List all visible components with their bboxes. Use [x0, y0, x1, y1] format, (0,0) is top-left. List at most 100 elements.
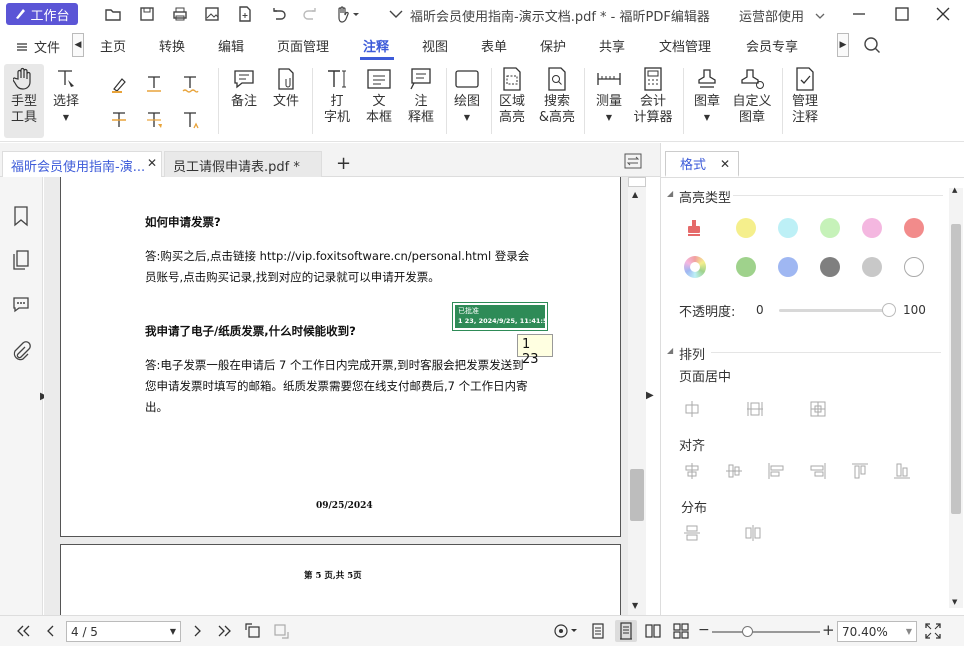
- opacity-slider-thumb[interactable]: [882, 303, 896, 317]
- continuous-page-icon[interactable]: [615, 620, 637, 642]
- zoom-field[interactable]: 70.40% ▼: [837, 621, 917, 642]
- minimize-icon[interactable]: [850, 5, 868, 23]
- menu-doc-manage[interactable]: 文档管理: [659, 36, 711, 55]
- opacity-slider[interactable]: [779, 303, 896, 317]
- previous-page-icon[interactable]: [42, 622, 60, 640]
- align-left-icon[interactable]: [766, 461, 786, 481]
- align-center-icon[interactable]: [682, 461, 702, 481]
- first-page-icon[interactable]: [14, 622, 32, 640]
- insert-text-icon[interactable]: [178, 108, 202, 132]
- approved-stamp[interactable]: 已批准 1 23, 2024/9/25, 11:41:59: [452, 302, 552, 331]
- color-picker-icon[interactable]: [684, 256, 706, 278]
- document-viewport[interactable]: 如何申请发票? 答:购买之后,点击链接 http://vip.foxitsoft…: [44, 177, 628, 615]
- distribute-vertical-icon[interactable]: [682, 523, 702, 543]
- file-menu[interactable]: 文件: [16, 37, 60, 56]
- next-view-icon[interactable]: [272, 622, 290, 640]
- color-swatch-dark-gray[interactable]: [820, 257, 840, 277]
- center-both-icon[interactable]: [808, 399, 828, 419]
- vertical-scrollbar[interactable]: ▲ ▼: [628, 177, 646, 615]
- scroll-down-icon[interactable]: ▼: [632, 601, 638, 610]
- hand-mode-icon[interactable]: [334, 5, 360, 23]
- align-right-icon[interactable]: [808, 461, 828, 481]
- color-swatch-pink[interactable]: [862, 218, 882, 238]
- open-folder-icon[interactable]: [104, 5, 122, 23]
- align-bottom-icon[interactable]: [892, 461, 912, 481]
- stamp-button[interactable]: 图章 ▼: [690, 64, 724, 126]
- switch-view-icon[interactable]: [624, 153, 642, 169]
- color-swatch-white[interactable]: [904, 257, 924, 277]
- highlight-text-icon[interactable]: [107, 72, 131, 96]
- add-tab-icon[interactable]: +: [336, 153, 351, 174]
- select-button[interactable]: 选择 ▼: [48, 64, 84, 126]
- calculator-button[interactable]: 会计 计算器: [632, 64, 674, 126]
- manage-comments-button[interactable]: 管理 注释: [786, 64, 824, 126]
- collapse-section-icon[interactable]: ◢: [667, 189, 673, 198]
- search-icon[interactable]: [863, 36, 881, 54]
- menu-scroll-left[interactable]: ◀: [72, 33, 84, 57]
- comments-icon[interactable]: [11, 294, 31, 314]
- close-tab-icon[interactable]: ✕: [147, 156, 157, 170]
- next-page-icon[interactable]: [188, 622, 206, 640]
- menu-comment[interactable]: 注释: [363, 36, 389, 55]
- zoom-slider[interactable]: [712, 626, 820, 637]
- color-swatch-green[interactable]: [736, 257, 756, 277]
- scroll-up-icon[interactable]: ▲: [952, 186, 957, 194]
- menu-form[interactable]: 表单: [481, 36, 507, 55]
- replace-text-icon[interactable]: [142, 108, 166, 132]
- color-swatch-cyan[interactable]: [778, 218, 798, 238]
- color-swatch-red[interactable]: [904, 218, 924, 238]
- center-vertical-icon[interactable]: [745, 399, 765, 419]
- panel-scrollbar[interactable]: ▲ ▼: [949, 186, 963, 608]
- menu-edit[interactable]: 编辑: [218, 36, 244, 55]
- scroll-down-icon[interactable]: ▼: [952, 598, 957, 606]
- menu-home[interactable]: 主页: [100, 36, 126, 55]
- menu-protect[interactable]: 保护: [540, 36, 566, 55]
- custom-stamp-button[interactable]: 自定义 图章: [730, 64, 774, 126]
- note-button[interactable]: 备注: [226, 64, 262, 110]
- undo-icon[interactable]: [269, 5, 287, 23]
- squiggly-text-icon[interactable]: [178, 72, 202, 96]
- doc-tab[interactable]: 员工请假申请表.pdf *: [164, 151, 322, 177]
- underline-text-icon[interactable]: [142, 72, 166, 96]
- account-menu[interactable]: 运营部使用: [739, 6, 826, 25]
- strikeout-text-icon[interactable]: [107, 108, 131, 132]
- distribute-horizontal-icon[interactable]: [743, 523, 763, 543]
- color-swatch-blue[interactable]: [778, 257, 798, 277]
- workbench-button[interactable]: 工作台: [6, 3, 78, 25]
- pages-icon[interactable]: [11, 249, 31, 271]
- print-icon[interactable]: [171, 5, 189, 23]
- facing-page-icon[interactable]: [644, 622, 662, 640]
- save-icon[interactable]: [138, 5, 156, 23]
- menu-scroll-right[interactable]: ▶: [837, 33, 849, 57]
- previous-view-icon[interactable]: [244, 622, 262, 640]
- measure-button[interactable]: 测量 ▼: [592, 64, 626, 126]
- scroll-up-icon[interactable]: ▲: [632, 190, 638, 199]
- collapse-section-icon[interactable]: ◢: [667, 346, 673, 355]
- maximize-icon[interactable]: [893, 5, 911, 23]
- scrollbar-thumb[interactable]: [630, 469, 644, 521]
- callout-button[interactable]: 注 释框: [404, 64, 438, 126]
- menu-page-manage[interactable]: 页面管理: [277, 36, 329, 55]
- menu-share[interactable]: 共享: [599, 36, 625, 55]
- search-highlight-button[interactable]: 搜索 &高亮: [536, 64, 578, 126]
- fullscreen-icon[interactable]: [924, 622, 942, 640]
- area-highlight-button[interactable]: 区域 高亮: [495, 64, 529, 126]
- textbox-button[interactable]: 文 本框: [362, 64, 396, 126]
- color-swatch-light-gray[interactable]: [862, 257, 882, 277]
- color-swatch-light-green[interactable]: [820, 218, 840, 238]
- new-page-icon[interactable]: [236, 5, 254, 23]
- page-number-field[interactable]: 4 / 5 ▼: [66, 621, 181, 642]
- file-attach-button[interactable]: 文件: [268, 64, 304, 110]
- center-horizontal-icon[interactable]: [682, 399, 702, 419]
- read-mode-icon[interactable]: [552, 622, 578, 640]
- hand-tool-button[interactable]: 手型 工具: [4, 64, 44, 138]
- color-swatch-yellow[interactable]: [736, 218, 756, 238]
- align-middle-icon[interactable]: [724, 461, 744, 481]
- attachment-icon[interactable]: [11, 340, 31, 362]
- bookmark-icon[interactable]: [11, 205, 31, 227]
- close-icon[interactable]: [934, 5, 952, 23]
- redo-icon[interactable]: [302, 5, 320, 23]
- close-panel-icon[interactable]: ✕: [720, 157, 730, 171]
- paint-bucket-icon[interactable]: [683, 217, 705, 239]
- panel-scrollbar-thumb[interactable]: [951, 224, 961, 514]
